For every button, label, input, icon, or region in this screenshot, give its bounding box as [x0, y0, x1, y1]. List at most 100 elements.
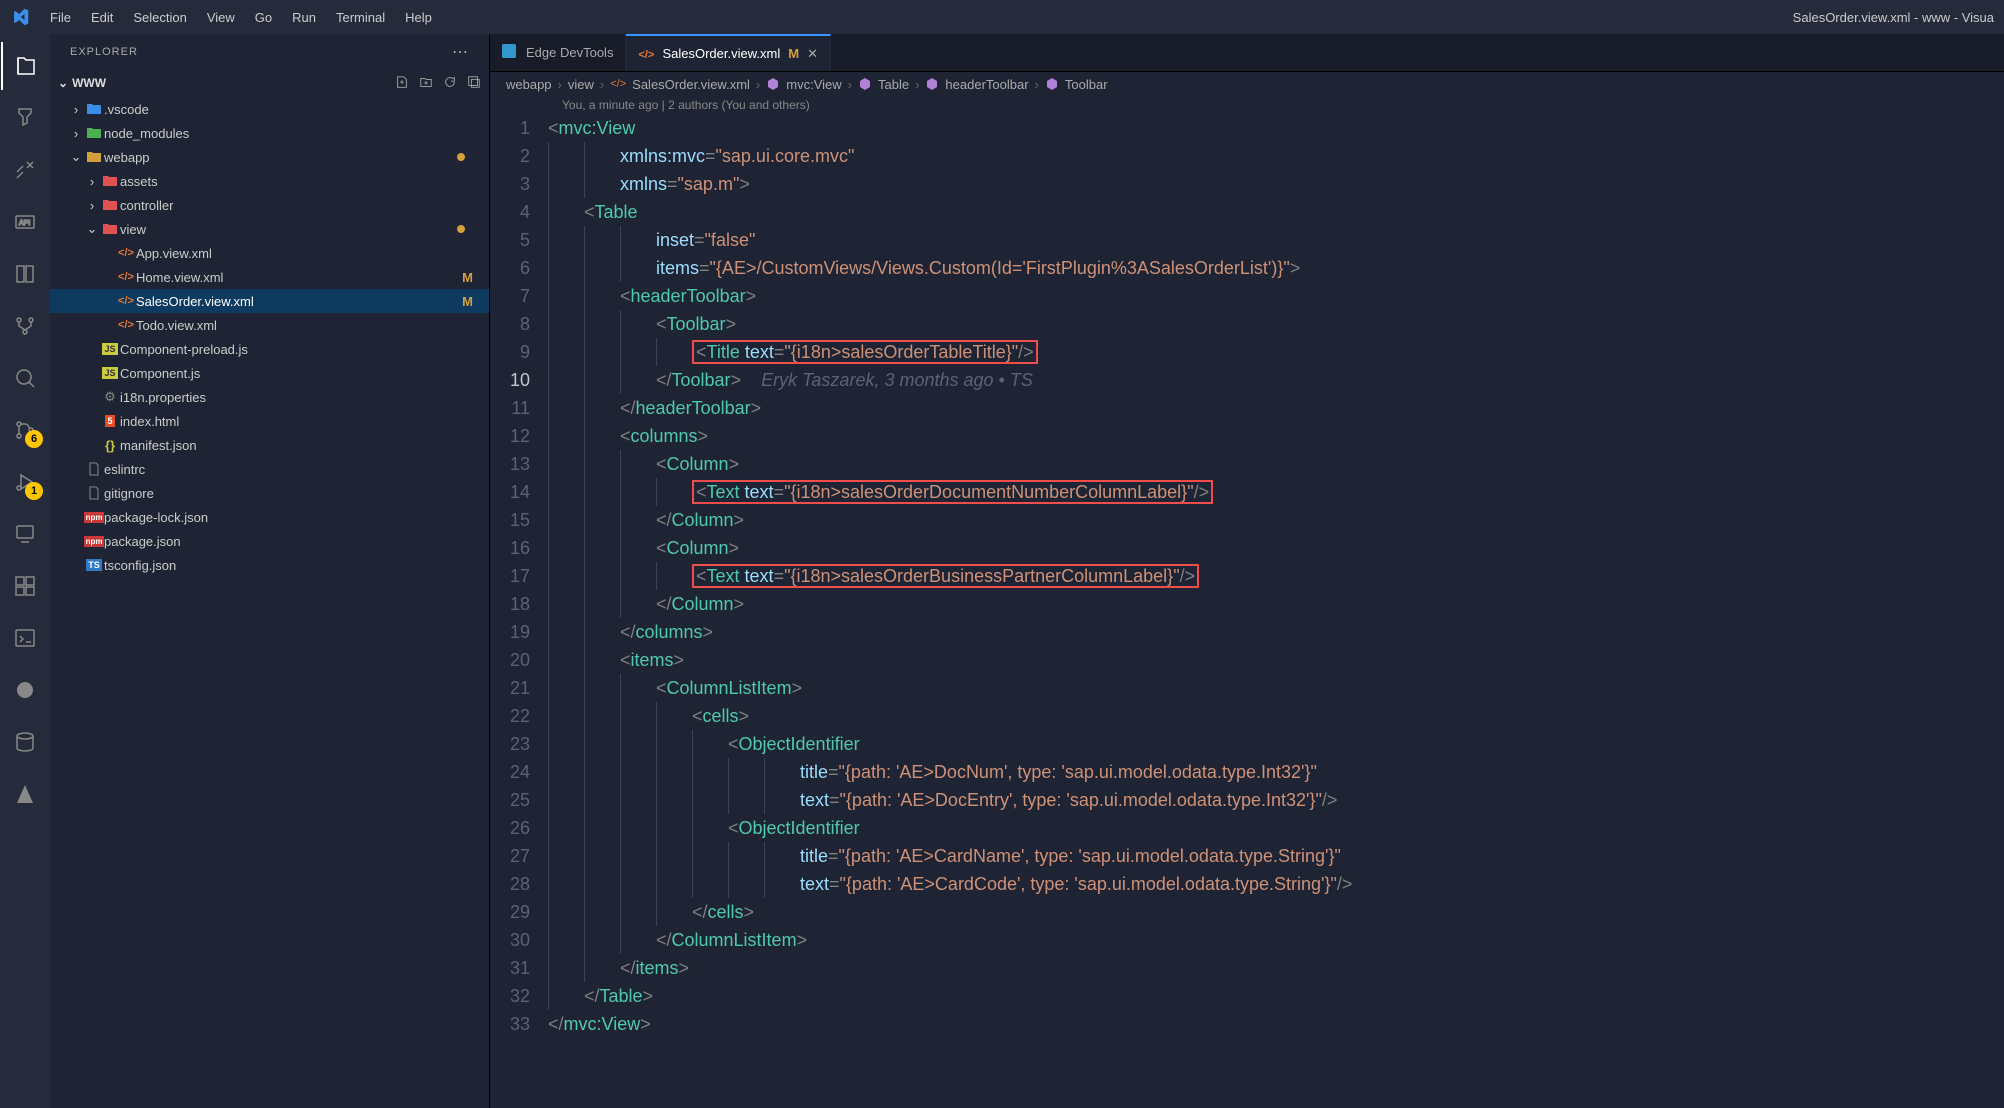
codelens[interactable]: You, a minute ago | 2 authors (You and o… — [490, 96, 2004, 114]
tree-item--vscode[interactable]: ›.vscode — [50, 97, 489, 121]
menu-selection[interactable]: Selection — [123, 10, 196, 25]
tab-SalesOrder-view-xml[interactable]: </>SalesOrder.view.xmlM✕ — [626, 34, 831, 71]
breadcrumb-segment[interactable]: SalesOrder.view.xml — [632, 77, 750, 92]
explorer-activity[interactable] — [1, 42, 49, 90]
code-line[interactable]: <Text text="{i18n>salesOrderDocumentNumb… — [548, 478, 2004, 506]
api-activity[interactable]: API — [1, 198, 49, 246]
code-line[interactable]: <Column> — [548, 534, 2004, 562]
breadcrumb-segment[interactable]: view — [568, 77, 594, 92]
tree-item-package-lock-json[interactable]: npmpackage-lock.json — [50, 505, 489, 529]
breadcrumb-segment[interactable]: mvc:View — [786, 77, 841, 92]
refresh-icon[interactable] — [443, 75, 457, 92]
code-line[interactable]: </mvc:View> — [548, 1010, 2004, 1038]
breadcrumb-segment[interactable]: webapp — [506, 77, 552, 92]
code-line[interactable]: text="{path: 'AE>DocEntry', type: 'sap.u… — [548, 786, 2004, 814]
tree-item-package-json[interactable]: npmpackage.json — [50, 529, 489, 553]
graph-activity[interactable] — [1, 302, 49, 350]
search-icon-activity[interactable] — [1, 354, 49, 402]
code-line[interactable]: text="{path: 'AE>CardCode', type: 'sap.u… — [548, 870, 2004, 898]
breadcrumb-segment[interactable]: Toolbar — [1065, 77, 1108, 92]
workspace-root[interactable]: WWW — [72, 76, 106, 90]
tree-item-tsconfig-json[interactable]: TStsconfig.json — [50, 553, 489, 577]
tree-item-i18n-properties[interactable]: ⚙i18n.properties — [50, 385, 489, 409]
code-line[interactable]: title="{path: 'AE>CardName', type: 'sap.… — [548, 842, 2004, 870]
code-line[interactable]: </Toolbar>Eryk Taszarek, 3 months ago • … — [548, 366, 2004, 394]
tree-item-App-view-xml[interactable]: </>App.view.xml — [50, 241, 489, 265]
scm-activity[interactable]: 6 — [1, 406, 49, 454]
code-line[interactable]: <Column> — [548, 450, 2004, 478]
chevron-down-icon[interactable]: ⌄ — [58, 76, 68, 90]
window-title: SalesOrder.view.xml - www - Visua — [1793, 10, 2004, 25]
code-line[interactable]: <Toolbar> — [548, 310, 2004, 338]
tools-activity[interactable] — [1, 146, 49, 194]
tree-item-manifest-json[interactable]: {}manifest.json — [50, 433, 489, 457]
code-line[interactable]: <headerToolbar> — [548, 282, 2004, 310]
code-line[interactable]: </cells> — [548, 898, 2004, 926]
tree-item-Home-view-xml[interactable]: </>Home.view.xmlM — [50, 265, 489, 289]
code-line[interactable]: <ColumnListItem> — [548, 674, 2004, 702]
collapse-icon[interactable] — [467, 75, 481, 92]
code-line[interactable]: <mvc:View — [548, 114, 2004, 142]
breadcrumb-segment[interactable]: headerToolbar — [945, 77, 1028, 92]
menu-view[interactable]: View — [197, 10, 245, 25]
explorer-more-icon[interactable]: ⋯ — [452, 42, 469, 62]
code-line[interactable]: <columns> — [548, 422, 2004, 450]
code-line[interactable]: xmlns:mvc="sap.ui.core.mvc" — [548, 142, 2004, 170]
code-line[interactable]: <Table — [548, 198, 2004, 226]
menu-file[interactable]: File — [40, 10, 81, 25]
terminal-activity[interactable] — [1, 614, 49, 662]
tree-item-gitignore[interactable]: gitignore — [50, 481, 489, 505]
new-folder-icon[interactable] — [419, 75, 433, 92]
code-line[interactable]: </ColumnListItem> — [548, 926, 2004, 954]
code-line[interactable]: items="{AE>/CustomViews/Views.Custom(Id=… — [548, 254, 2004, 282]
tab-Edge DevTools[interactable]: Edge DevTools — [490, 34, 626, 71]
code-editor[interactable]: 1<mvc:View2 xmlns:mvc="sap.ui.core.mvc"3… — [490, 114, 2004, 1038]
code-line[interactable]: <ObjectIdentifier — [548, 814, 2004, 842]
code-line[interactable]: </Column> — [548, 590, 2004, 618]
tree-item-node_modules[interactable]: ›node_modules — [50, 121, 489, 145]
tree-label: package.json — [104, 534, 181, 549]
menu-help[interactable]: Help — [395, 10, 442, 25]
menu-terminal[interactable]: Terminal — [326, 10, 395, 25]
db-activity[interactable] — [1, 718, 49, 766]
tree-item-eslintrc[interactable]: eslintrc — [50, 457, 489, 481]
code-line[interactable]: <items> — [548, 646, 2004, 674]
tree-item-SalesOrder-view-xml[interactable]: </>SalesOrder.view.xmlM — [50, 289, 489, 313]
menu-run[interactable]: Run — [282, 10, 326, 25]
tree-item-Component-js[interactable]: JSComponent.js — [50, 361, 489, 385]
code-line[interactable]: </Table> — [548, 982, 2004, 1010]
breadcrumb-segment[interactable]: Table — [878, 77, 909, 92]
tree-item-index-html[interactable]: 5index.html — [50, 409, 489, 433]
menu-edit[interactable]: Edit — [81, 10, 123, 25]
tree-item-controller[interactable]: ›controller — [50, 193, 489, 217]
editor-tabs: Edge DevTools</>SalesOrder.view.xmlM✕ — [490, 34, 2004, 72]
code-line[interactable]: <ObjectIdentifier — [548, 730, 2004, 758]
azure-activity[interactable] — [1, 770, 49, 818]
tree-item-view[interactable]: ⌄view — [50, 217, 489, 241]
remote-activity[interactable] — [1, 510, 49, 558]
code-line[interactable]: </Column> — [548, 506, 2004, 534]
code-line[interactable]: </headerToolbar> — [548, 394, 2004, 422]
tree-item-Component-preload-js[interactable]: JSComponent-preload.js — [50, 337, 489, 361]
code-line[interactable]: <Title text="{i18n>salesOrderTableTitle}… — [548, 338, 2004, 366]
code-line[interactable]: title="{path: 'AE>DocNum', type: 'sap.ui… — [548, 758, 2004, 786]
code-line[interactable]: <cells> — [548, 702, 2004, 730]
tree-item-Todo-view-xml[interactable]: </>Todo.view.xml — [50, 313, 489, 337]
new-file-icon[interactable] — [395, 75, 409, 92]
menu-go[interactable]: Go — [245, 10, 282, 25]
gear-icon: ⚙ — [100, 389, 120, 405]
code-line[interactable]: </columns> — [548, 618, 2004, 646]
firefox-activity[interactable] — [1, 666, 49, 714]
close-icon[interactable]: ✕ — [807, 46, 818, 62]
code-line[interactable]: xmlns="sap.m"> — [548, 170, 2004, 198]
tree-item-assets[interactable]: ›assets — [50, 169, 489, 193]
search-activity[interactable] — [1, 94, 49, 142]
code-line[interactable]: </items> — [548, 954, 2004, 982]
book-activity[interactable] — [1, 250, 49, 298]
extensions-activity[interactable] — [1, 562, 49, 610]
code-line[interactable]: <Text text="{i18n>salesOrderBusinessPart… — [548, 562, 2004, 590]
tree-item-webapp[interactable]: ⌄webapp — [50, 145, 489, 169]
code-line[interactable]: inset="false" — [548, 226, 2004, 254]
breadcrumb[interactable]: webapp›view›</>SalesOrder.view.xml›mvc:V… — [490, 72, 2004, 96]
debug-activity[interactable]: 1 — [1, 458, 49, 506]
